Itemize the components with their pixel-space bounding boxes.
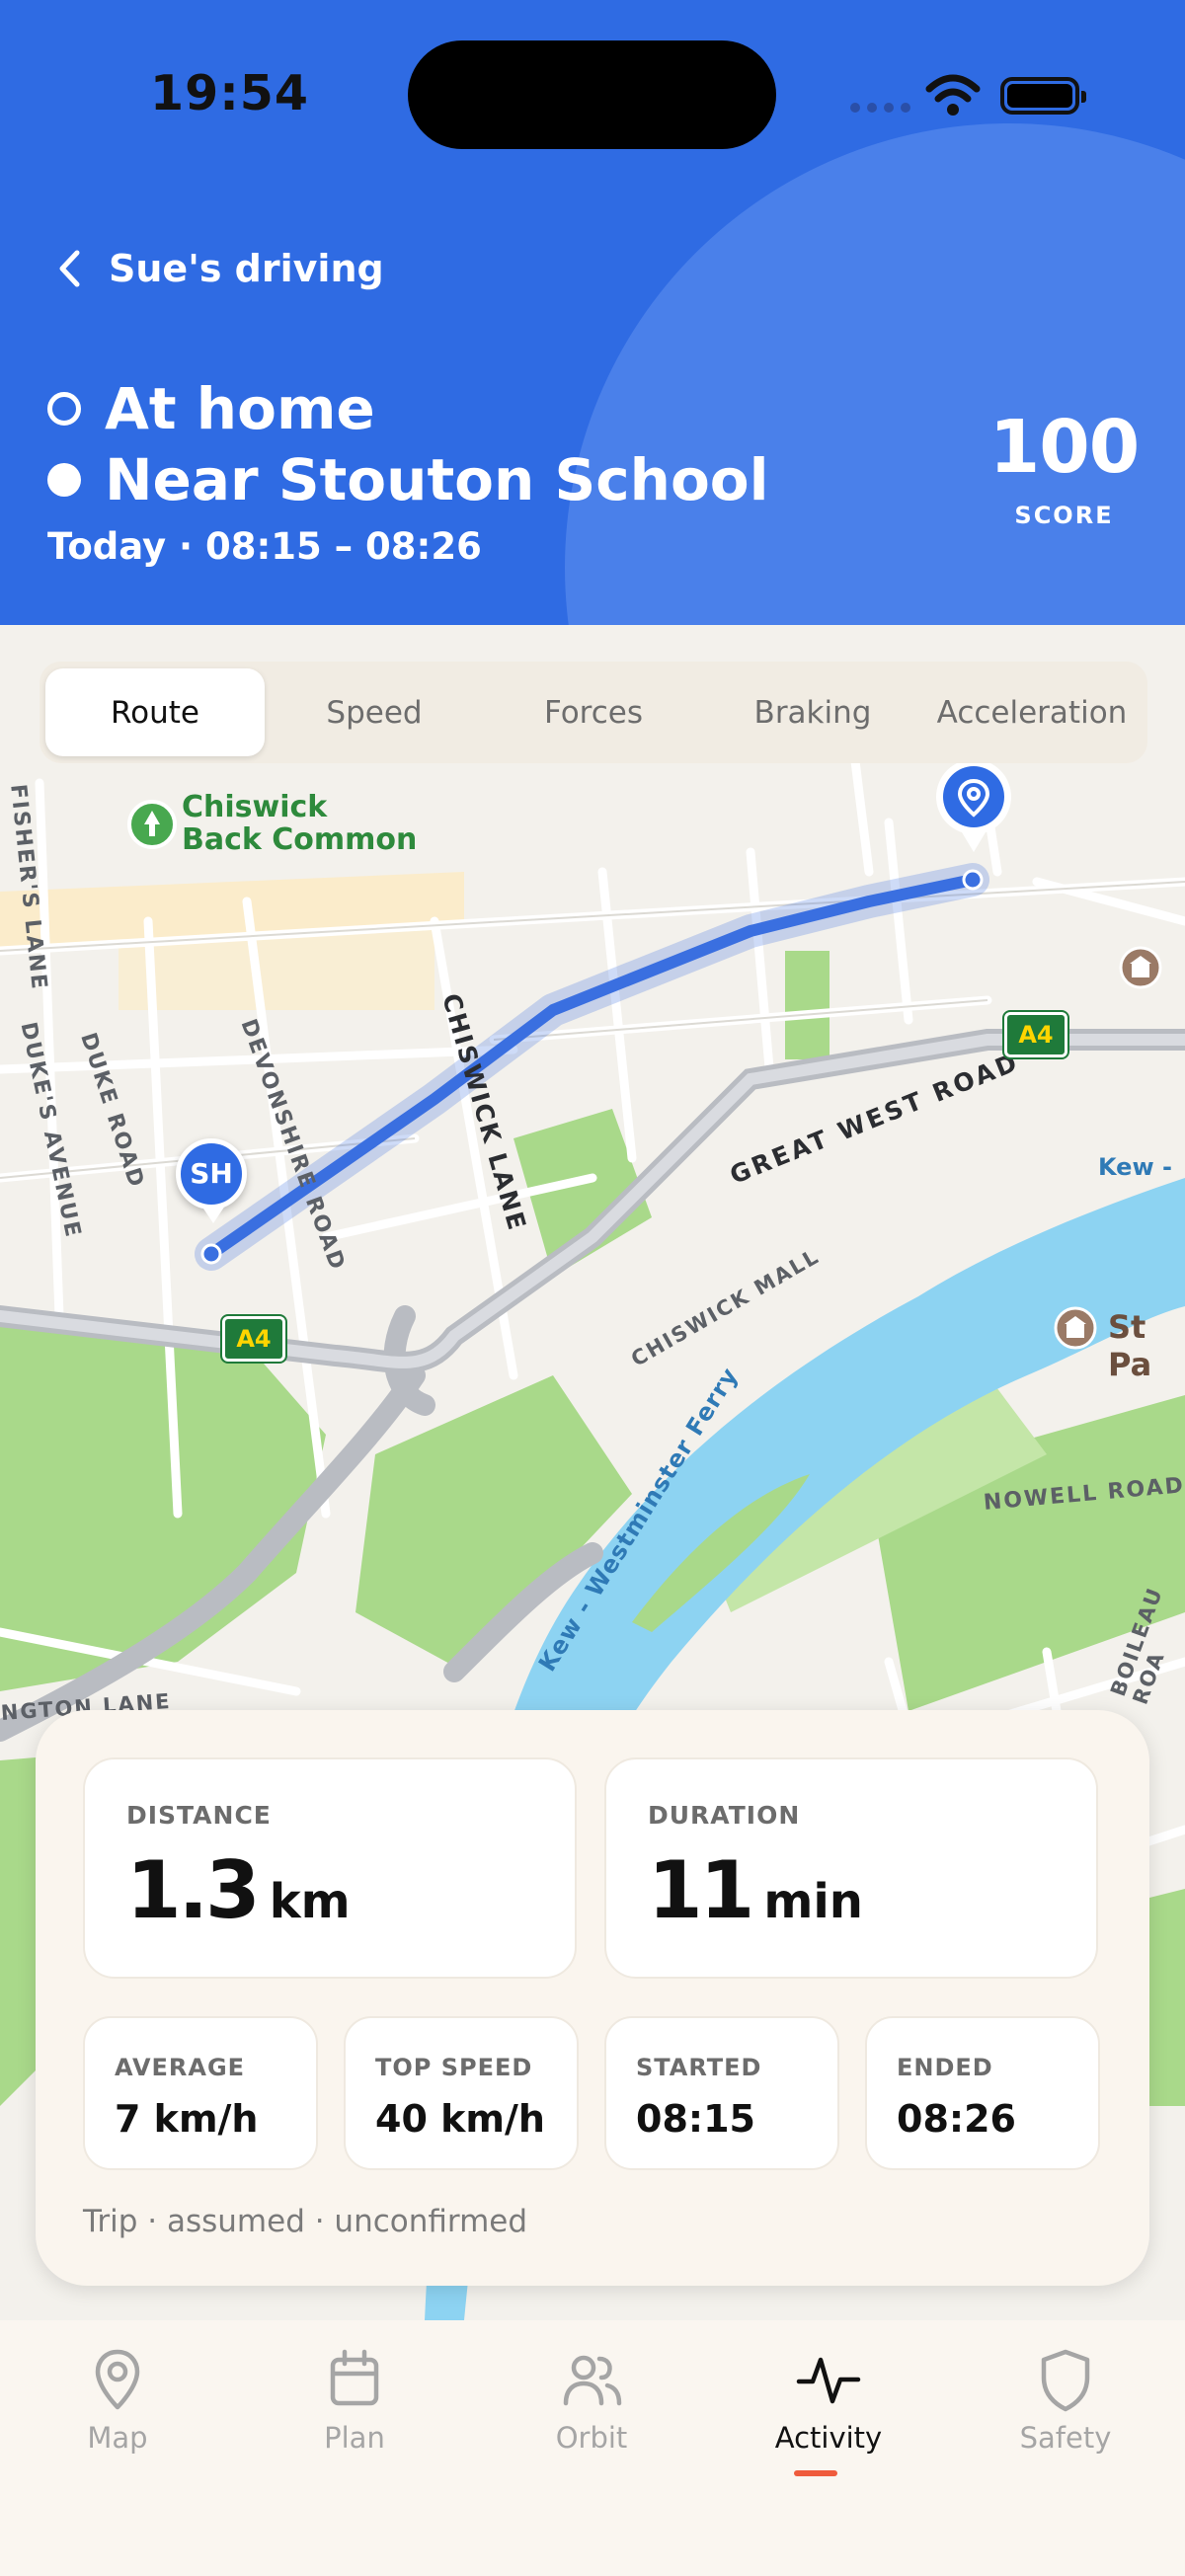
distance-value: 1.3 bbox=[126, 1844, 261, 1936]
destination-label: Near Stouton School bbox=[105, 446, 769, 513]
distance-tile: DISTANCE 1.3 km bbox=[83, 1757, 577, 1979]
ended-label: ENDED bbox=[897, 2054, 993, 2081]
destination-pin-icon[interactable] bbox=[934, 757, 1013, 856]
battery-icon bbox=[1000, 77, 1086, 115]
people-icon bbox=[563, 2355, 622, 2406]
distance-value-group: 1.3 km bbox=[126, 1844, 351, 1936]
tabbar-plan-label: Plan bbox=[324, 2421, 385, 2455]
tab-acceleration[interactable]: Acceleration bbox=[922, 668, 1142, 756]
duration-unit: min bbox=[763, 1874, 863, 1929]
map-pin-icon bbox=[95, 2349, 140, 2410]
tabbar-orbit-label: Orbit bbox=[555, 2421, 628, 2455]
started-label: STARTED bbox=[636, 2054, 762, 2081]
tabbar-plan[interactable]: Plan bbox=[256, 2346, 453, 2455]
score-value: 100 bbox=[988, 405, 1140, 490]
landmark-icon-2 bbox=[1119, 946, 1162, 989]
ended-value: 08:26 bbox=[897, 2097, 1016, 2141]
road-shield-a4-2: A4 bbox=[220, 1314, 287, 1364]
average-value: 7 km/h bbox=[115, 2097, 259, 2141]
duration-label: DURATION bbox=[648, 1801, 801, 1830]
active-tab-indicator bbox=[794, 2470, 837, 2476]
tab-braking[interactable]: Braking bbox=[703, 668, 922, 756]
trip-stats-card: DISTANCE 1.3 km DURATION 11 min AVERAGE … bbox=[36, 1710, 1149, 2286]
road-shield-a4: A4 bbox=[1002, 1010, 1069, 1059]
header-decoration bbox=[565, 123, 1185, 625]
bottom-tab-bar: Map Plan Orbit Activity Safety bbox=[0, 2320, 1185, 2576]
tabbar-safety[interactable]: Safety bbox=[967, 2346, 1164, 2455]
shield-icon bbox=[1041, 2349, 1090, 2412]
tabbar-orbit[interactable]: Orbit bbox=[493, 2346, 690, 2455]
trip-destination: Near Stouton School bbox=[47, 446, 769, 513]
tab-speed[interactable]: Speed bbox=[265, 668, 484, 756]
started-value: 08:15 bbox=[636, 2097, 755, 2141]
cellular-signal-icon bbox=[850, 103, 910, 113]
calendar-icon bbox=[330, 2349, 379, 2406]
duration-tile: DURATION 11 min bbox=[604, 1757, 1098, 1979]
status-time: 19:54 bbox=[150, 65, 309, 121]
tab-route[interactable]: Route bbox=[45, 668, 265, 756]
tabbar-map-label: Map bbox=[87, 2421, 148, 2455]
duration-value: 11 bbox=[648, 1844, 754, 1936]
dynamic-island bbox=[408, 40, 776, 149]
trip-status-note: Trip · assumed · unconfirmed bbox=[83, 2204, 528, 2239]
chevron-left-icon bbox=[59, 250, 80, 287]
activity-icon bbox=[796, 2357, 861, 2404]
score-label: SCORE bbox=[1014, 502, 1114, 529]
back-label: Sue's driving bbox=[109, 247, 384, 290]
duration-value-group: 11 min bbox=[648, 1844, 863, 1936]
tabbar-safety-label: Safety bbox=[1019, 2421, 1112, 2455]
origin-dot-icon bbox=[47, 392, 81, 426]
average-speed-tile: AVERAGE 7 km/h bbox=[83, 2016, 318, 2170]
wifi-icon bbox=[925, 74, 981, 116]
back-button[interactable]: Sue's driving bbox=[57, 247, 384, 290]
origin-label: At home bbox=[105, 375, 375, 442]
start-marker-tail bbox=[201, 1206, 225, 1223]
tabbar-activity-label: Activity bbox=[774, 2421, 883, 2455]
destination-dot-icon bbox=[47, 463, 81, 497]
started-tile: STARTED 08:15 bbox=[604, 2016, 839, 2170]
landmark-icon bbox=[1054, 1306, 1097, 1350]
ended-tile: ENDED 08:26 bbox=[865, 2016, 1100, 2170]
trip-origin: At home bbox=[47, 375, 375, 442]
start-marker-avatar[interactable]: SH bbox=[176, 1138, 247, 1210]
poi-st-pa[interactable]: St Pa bbox=[1108, 1308, 1185, 1383]
tabbar-map[interactable]: Map bbox=[19, 2346, 216, 2455]
metric-tabs: Route Speed Forces Braking Acceleration bbox=[40, 662, 1147, 763]
top-speed-label: TOP SPEED bbox=[375, 2054, 533, 2081]
distance-label: DISTANCE bbox=[126, 1801, 272, 1830]
trip-header: 19:54 Sue's driving At home Near Stouton… bbox=[0, 0, 1185, 625]
distance-unit: km bbox=[269, 1874, 351, 1929]
park-icon bbox=[127, 800, 177, 849]
average-label: AVERAGE bbox=[115, 2054, 246, 2081]
tabbar-activity[interactable]: Activity bbox=[730, 2346, 927, 2455]
river-label-kew: Kew - bbox=[1098, 1153, 1172, 1181]
tab-forces[interactable]: Forces bbox=[484, 668, 703, 756]
trip-time-range: Today · 08:15 – 08:26 bbox=[47, 525, 482, 568]
top-speed-value: 40 km/h bbox=[375, 2097, 545, 2141]
top-speed-tile: TOP SPEED 40 km/h bbox=[344, 2016, 579, 2170]
poi-chiswick-common[interactable]: Chiswick Back Common bbox=[182, 791, 417, 856]
